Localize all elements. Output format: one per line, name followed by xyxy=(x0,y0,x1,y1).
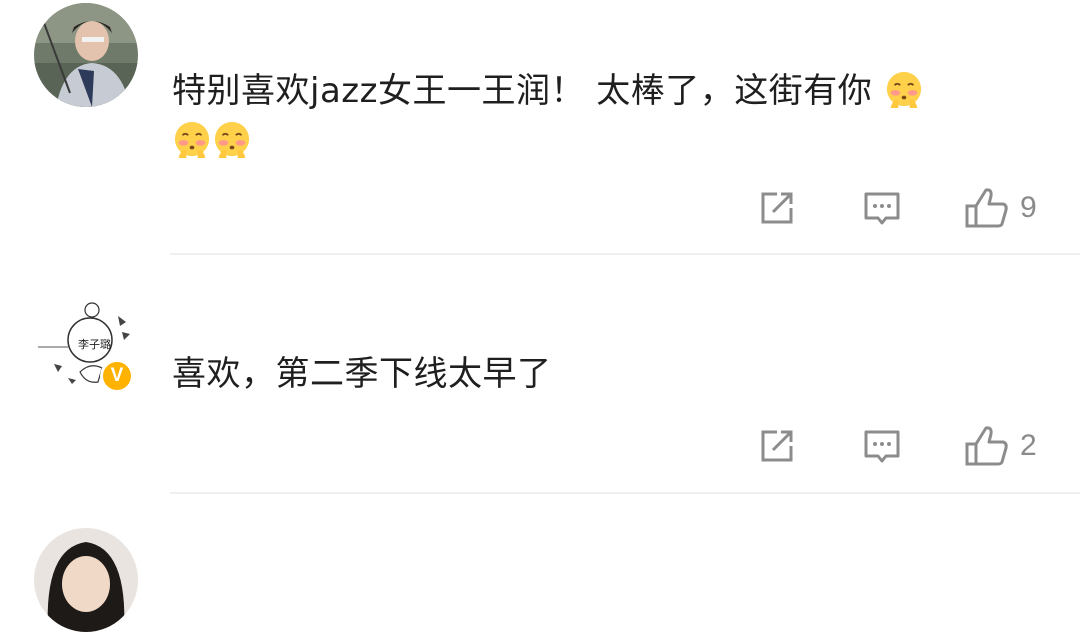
like-button[interactable]: 2 xyxy=(964,421,1037,471)
share-button[interactable] xyxy=(757,183,797,233)
comment-icon xyxy=(864,192,900,225)
share-button[interactable] xyxy=(757,421,797,471)
comment-text: 特别喜欢jazz女王一王润！ 太棒了，这街有你 xyxy=(172,66,1052,166)
verified-badge-icon: V xyxy=(100,359,134,393)
like-button[interactable]: 9 xyxy=(964,183,1037,233)
thumbs-up-icon xyxy=(965,188,1008,228)
like-count: 2 xyxy=(1020,429,1037,462)
blushing-face-emoji xyxy=(174,121,210,158)
comment-actions: 2 xyxy=(0,421,1080,471)
user-avatar[interactable] xyxy=(34,3,138,107)
comment-text: 喜欢，第二季下线太早了 xyxy=(172,349,1052,399)
comment-icon xyxy=(864,430,900,463)
comment-item: 特别喜欢jazz女王一王润！ 太棒了，这街有你 9 xyxy=(0,0,1080,256)
blushing-face-emoji xyxy=(214,121,250,158)
avatar-photo xyxy=(34,3,138,107)
share-icon xyxy=(761,430,793,462)
like-count: 9 xyxy=(1020,191,1037,224)
avatar-caption: 李子璐 xyxy=(78,338,111,351)
comment-text-content: 特别喜欢jazz女王一王润！ 太棒了，这街有你 xyxy=(172,71,873,111)
reply-button[interactable] xyxy=(862,183,902,233)
divider xyxy=(170,253,1080,255)
comment-text-content: 喜欢，第二季下线太早了 xyxy=(172,354,552,394)
comment-item: 李子璐 V 喜欢，第二季下线太早了 2 xyxy=(0,256,1080,494)
reply-button[interactable] xyxy=(862,421,902,471)
thumbs-up-icon xyxy=(965,426,1008,466)
avatar-photo xyxy=(34,528,138,632)
share-icon xyxy=(761,192,793,224)
comment-actions: 9 xyxy=(0,183,1080,233)
comment-item xyxy=(0,494,1080,632)
blushing-face-emoji xyxy=(886,71,921,108)
user-avatar[interactable] xyxy=(34,528,138,632)
